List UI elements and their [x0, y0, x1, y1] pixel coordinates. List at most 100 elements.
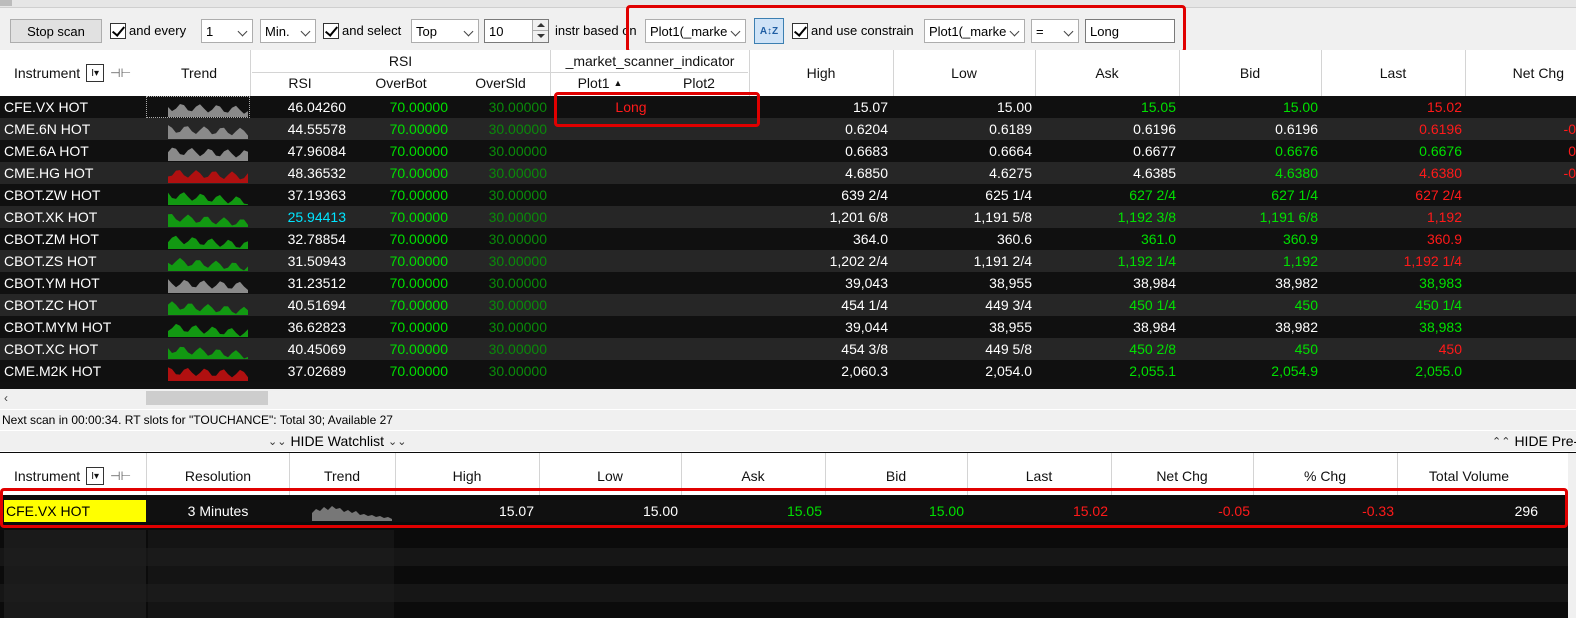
empty-rows — [4, 530, 146, 618]
trend-sparkline — [168, 346, 248, 359]
table-row[interactable]: CBOT.YM HOT 31.23512 70.00000 30.00000 39,04… — [0, 272, 1576, 294]
instrument-cell[interactable]: CFE.VX HOT — [4, 96, 144, 118]
instrument-cell[interactable]: CBOT.XC HOT — [4, 338, 144, 360]
wl-ask: 15.05 — [786, 503, 822, 519]
wl-header-trend[interactable]: Trend — [290, 465, 394, 487]
wl-header-netchg-label: Net Chg — [1156, 468, 1208, 484]
header-plot1[interactable]: Plot1 ▲ — [552, 73, 648, 93]
sort-az-button[interactable]: A↕Z — [754, 18, 784, 44]
scroll-left-icon[interactable]: ‹ — [4, 391, 8, 405]
low-cell: 1,191 5/8 — [973, 209, 1032, 225]
instrument-cell[interactable]: CBOT.MYM HOT — [4, 316, 144, 338]
spin-down-icon[interactable] — [532, 31, 548, 42]
wl-header-low[interactable]: Low — [540, 465, 680, 487]
last-cell: 4.6380 — [1419, 165, 1462, 181]
stop-scan-button[interactable]: Stop scan — [10, 19, 102, 43]
table-row[interactable]: CME.6A HOT 47.96084 70.00000 30.00000 0.6683… — [0, 140, 1576, 162]
constrain-plot-select[interactable]: Plot1(_marke — [924, 19, 1025, 43]
sparkline-area — [168, 147, 248, 161]
table-row[interactable]: CBOT.ZS HOT 31.50943 70.00000 30.00000 1,202… — [0, 250, 1576, 272]
low-cell: 2,054.0 — [985, 363, 1032, 379]
header-netchg[interactable]: Net Chg — [1466, 62, 1576, 84]
instrument-dropdown-icon[interactable]: I▾ — [86, 64, 105, 82]
table-row[interactable]: CBOT.XK HOT 25.94413 70.00000 30.00000 1,201… — [0, 206, 1576, 228]
pin-icon[interactable]: ⊣⊢ — [110, 469, 131, 483]
table-row[interactable]: CBOT.MYM HOT 36.62823 70.00000 30.00000 39,0… — [0, 316, 1576, 338]
header-bid[interactable]: Bid — [1180, 62, 1320, 84]
wl-header-netchg[interactable]: Net Chg — [1112, 465, 1252, 487]
instrument-cell[interactable]: CME.HG HOT — [4, 162, 144, 184]
header-low[interactable]: Low — [894, 62, 1034, 84]
last-cell: 0.6196 — [1419, 121, 1462, 137]
wl-header-high[interactable]: High — [396, 465, 538, 487]
based-on-select[interactable]: Plot1(_marke — [645, 19, 746, 43]
hide-pre-toggle[interactable]: ⌃⌃ HIDE Pre- — [1492, 433, 1576, 449]
plot1-cell — [556, 316, 706, 338]
header-oversld[interactable]: OverSld — [452, 73, 549, 93]
wl-instrument[interactable]: CFE.VX HOT — [4, 500, 146, 522]
and-select-checkbox[interactable] — [323, 23, 339, 39]
bid-cell: 4.6380 — [1275, 165, 1318, 181]
header-last[interactable]: Last — [1322, 62, 1464, 84]
rsi-cell: 40.45069 — [287, 341, 346, 357]
hide-watchlist-toggle[interactable]: ⌄⌄ HIDE Watchlist ⌄⌄ — [268, 433, 406, 449]
wl-header-volume[interactable]: Total Volume — [1398, 465, 1540, 487]
instrument-cell[interactable]: CBOT.XK HOT — [4, 206, 144, 228]
spin-up-icon[interactable] — [532, 20, 548, 31]
instrument-cell[interactable]: CBOT.ZM HOT — [4, 228, 144, 250]
table-row[interactable]: CBOT.ZC HOT 40.51694 70.00000 30.00000 454 1… — [0, 294, 1576, 316]
oversld-cell: 30.00000 — [488, 143, 547, 159]
header-instrument[interactable]: Instrument I▾ ⊣⊢ — [4, 62, 144, 84]
pin-icon[interactable]: ⊣⊢ — [110, 66, 131, 80]
unit-value: Min. — [265, 23, 290, 39]
table-row[interactable]: CME.HG HOT 48.36532 70.00000 30.00000 4.6850… — [0, 162, 1576, 184]
table-row[interactable]: CBOT.ZW HOT 37.19363 70.00000 30.00000 639 2… — [0, 184, 1576, 206]
header-rsi[interactable]: RSI — [252, 73, 348, 93]
last-cell: 2,055.0 — [1415, 363, 1462, 379]
wl-header-bid[interactable]: Bid — [826, 465, 966, 487]
table-row[interactable]: CBOT.XC HOT 40.45069 70.00000 30.00000 454 3… — [0, 338, 1576, 360]
table-row[interactable]: CME.M2K HOT 37.02689 70.00000 30.00000 2,060… — [0, 360, 1576, 382]
constrain-value-input[interactable]: Long — [1085, 19, 1175, 43]
sparkline-area — [168, 214, 248, 227]
header-divider — [146, 453, 147, 495]
instrument-cell[interactable]: CBOT.ZC HOT — [4, 294, 144, 316]
instrument-cell[interactable]: CME.M2K HOT — [4, 360, 144, 382]
operator-value: = — [1036, 23, 1044, 39]
table-row[interactable]: CFE.VX HOT 46.04260 70.00000 30.00000 Long 15… — [0, 96, 1576, 118]
unit-select[interactable]: Min. — [260, 19, 316, 43]
plot1-cell — [556, 206, 706, 228]
wl-header-resolution[interactable]: Resolution — [148, 465, 288, 487]
header-high[interactable]: High — [750, 62, 892, 84]
instrument-dropdown-icon[interactable]: I▾ — [86, 467, 105, 485]
every-value-select[interactable]: 1 — [201, 19, 253, 43]
top-strip-tab[interactable] — [0, 0, 12, 6]
operator-select[interactable]: = — [1031, 19, 1079, 43]
low-cell: 1,191 2/4 — [973, 253, 1032, 269]
instrument-cell[interactable]: CBOT.ZS HOT — [4, 250, 144, 272]
instrument-cell[interactable]: CBOT.YM HOT — [4, 272, 144, 294]
header-overbot[interactable]: OverBot — [352, 73, 450, 93]
header-trend[interactable]: Trend — [148, 62, 250, 84]
instrument-cell[interactable]: CBOT.ZW HOT — [4, 184, 144, 206]
table-row[interactable]: CME.6N HOT 44.55578 70.00000 30.00000 0.6204… — [0, 118, 1576, 140]
scrollbar-thumb[interactable] — [146, 391, 268, 405]
instrument-cell[interactable]: CME.6N HOT — [4, 118, 144, 140]
and-every-checkbox[interactable] — [110, 23, 126, 39]
header-ask[interactable]: Ask — [1036, 62, 1178, 84]
wl-high: 15.07 — [498, 503, 534, 519]
table-row[interactable]: CBOT.ZM HOT 32.78854 70.00000 30.00000 364.0… — [0, 228, 1576, 250]
watchlist-row[interactable]: CFE.VX HOT 3 Minutes 15.07 15.00 15.05 1… — [0, 500, 1568, 522]
use-constrain-checkbox[interactable] — [792, 23, 808, 39]
wl-header-instrument[interactable]: Instrument I▾ ⊣⊢ — [4, 465, 144, 487]
vertical-scrollbar[interactable] — [1568, 453, 1576, 618]
header-oversld-label: OverSld — [475, 75, 526, 91]
count-stepper[interactable]: 10 — [484, 19, 549, 43]
header-plot2[interactable]: Plot2 — [650, 73, 748, 93]
and-select-label: and select — [342, 23, 402, 38]
wl-header-ask[interactable]: Ask — [682, 465, 824, 487]
wl-header-pctchg[interactable]: % Chg — [1254, 465, 1396, 487]
instrument-cell[interactable]: CME.6A HOT — [4, 140, 144, 162]
wl-header-last[interactable]: Last — [968, 465, 1110, 487]
select-mode-select[interactable]: Top — [411, 19, 479, 43]
